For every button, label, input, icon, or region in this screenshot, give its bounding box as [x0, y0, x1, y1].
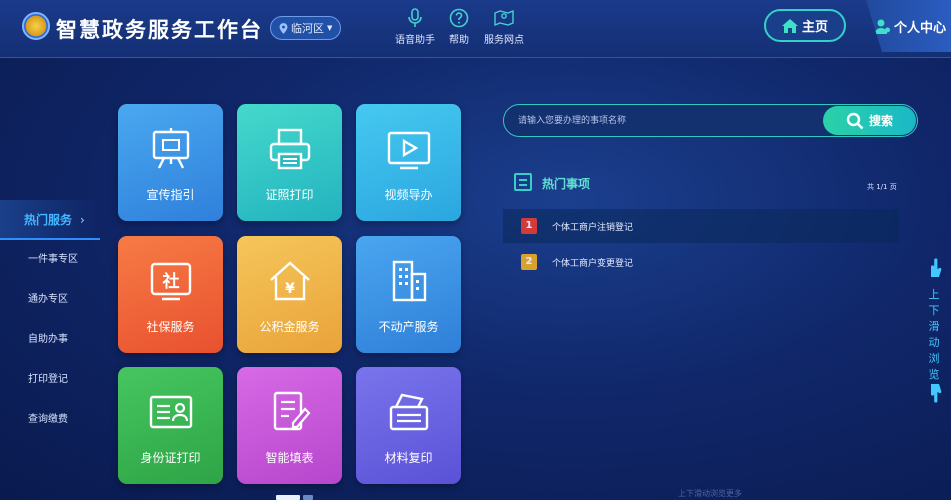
- tile-id-card-print[interactable]: 身份证打印: [118, 367, 223, 484]
- app-title: 智慧政务服务工作台: [56, 18, 263, 42]
- tile-label: 视频导办: [384, 188, 433, 202]
- house-yuan-icon: ¥: [269, 261, 310, 301]
- hot-item-row[interactable]: 1 个体工商户注销登记: [503, 209, 899, 243]
- tile-housing-fund[interactable]: ¥ 公积金服务: [237, 236, 342, 353]
- nav-item-label: 通办专区: [28, 294, 68, 305]
- microphone-icon: [408, 8, 422, 27]
- tile-label: 社保服务: [146, 320, 195, 334]
- home-label: 主页: [801, 20, 828, 35]
- map-pin-icon: [494, 9, 514, 27]
- video-play-icon: [387, 131, 430, 170]
- region-label: 临河区: [291, 22, 324, 35]
- scroll-hint-char: 览: [928, 368, 940, 381]
- voice-assistant-label: 语音助手: [395, 35, 435, 46]
- home-button[interactable]: 主页: [764, 9, 846, 42]
- svg-text:社: 社: [161, 271, 179, 292]
- scroll-hint-char: 上: [928, 288, 940, 301]
- scroll-hint-char: 下: [928, 304, 940, 317]
- left-nav: 热门服务 › 一件事专区 通办专区 自助办事 打印登记 查询缴费: [0, 200, 100, 440]
- nav-item-label: 自助办事: [28, 334, 68, 345]
- nav-item-print-register[interactable]: 打印登记: [0, 360, 100, 400]
- search-bar: 搜索: [503, 104, 918, 137]
- tile-real-estate[interactable]: 不动产服务: [356, 236, 461, 353]
- user-center-label: 个人中心: [893, 20, 946, 36]
- form-pen-icon: [273, 391, 310, 431]
- scroll-hint-char: 动: [928, 336, 940, 349]
- scroll-hint-char: 浏: [928, 352, 940, 365]
- easel-icon: [152, 128, 189, 169]
- tile-video-guide[interactable]: 视频导办: [356, 104, 461, 221]
- svg-text:¥: ¥: [285, 281, 295, 297]
- hand-pointer-up-icon: [931, 258, 942, 277]
- search-button[interactable]: 搜索: [823, 106, 916, 135]
- scroll-hint: 上 下 滑 动 浏 览: [922, 258, 946, 408]
- hot-item-label: 个体工商户注销登记: [552, 222, 634, 233]
- chevron-down-icon: ▼: [327, 24, 333, 32]
- tile-publicity-guide[interactable]: 宣传指引: [118, 104, 223, 221]
- id-card-icon: [149, 395, 192, 429]
- chevron-right-icon: ›: [80, 213, 85, 227]
- hand-pointer-down-icon: [931, 384, 942, 403]
- top-header: 智慧政务服务工作台 临河区 ▼ 语音助手 帮助 服务网点 主页 个人中心: [0, 0, 951, 58]
- page-indicator[interactable]: [303, 495, 313, 500]
- nav-item-label: 一件事专区: [28, 254, 78, 265]
- tile-smart-form-filling[interactable]: 智能填表: [237, 367, 342, 484]
- search-input[interactable]: [518, 112, 808, 130]
- footer-scroll-text: 上下滑动浏览更多: [678, 489, 742, 498]
- tile-label: 公积金服务: [259, 320, 320, 334]
- nav-item-universal-service-zone[interactable]: 通办专区: [0, 280, 100, 320]
- nav-item-self-service[interactable]: 自助办事: [0, 320, 100, 360]
- social-security-icon: 社: [150, 262, 191, 301]
- user-center-button[interactable]: 个人中心: [866, 0, 951, 52]
- nav-item-hot-services[interactable]: 热门服务 ›: [0, 200, 100, 240]
- nav-item-one-thing-zone[interactable]: 一件事专区: [0, 240, 100, 280]
- hot-item-label: 个体工商户变更登记: [552, 258, 634, 269]
- search-button-label: 搜索: [868, 114, 893, 128]
- printer-icon: [269, 128, 310, 170]
- tile-label: 宣传指引: [146, 188, 195, 202]
- nav-item-query-payment[interactable]: 查询缴费: [0, 400, 100, 440]
- search-icon: [846, 112, 864, 129]
- voice-assistant-button[interactable]: 语音助手: [390, 8, 440, 46]
- tile-social-security[interactable]: 社 社保服务: [118, 236, 223, 353]
- user-icon: [874, 19, 890, 34]
- hot-item-row[interactable]: 2 个体工商户变更登记: [503, 245, 899, 279]
- list-icon: [514, 173, 532, 191]
- buildings-icon: [392, 260, 426, 302]
- region-selector[interactable]: 临河区 ▼: [270, 16, 342, 40]
- tile-license-print[interactable]: 证照打印: [237, 104, 342, 221]
- service-outlets-button[interactable]: 服务网点: [479, 8, 529, 46]
- tile-label: 证照打印: [265, 188, 314, 202]
- page-indicator-active[interactable]: [276, 495, 300, 500]
- question-icon: [449, 8, 469, 28]
- scroll-hint-char: 滑: [928, 320, 940, 333]
- service-outlets-label: 服务网点: [484, 35, 524, 46]
- tile-label: 材料复印: [384, 451, 433, 465]
- rank-badge: 1: [521, 218, 537, 234]
- location-pin-icon: [279, 22, 288, 34]
- help-button[interactable]: 帮助: [434, 8, 484, 46]
- rank-badge: 2: [521, 254, 537, 270]
- nav-item-label: 查询缴费: [28, 414, 68, 425]
- home-icon: [781, 18, 798, 33]
- tile-material-copy[interactable]: 材料复印: [356, 367, 461, 484]
- government-emblem-logo: [22, 12, 50, 40]
- page-count: 共 1/1 页: [867, 183, 897, 191]
- nav-item-label: 热门服务: [24, 213, 73, 227]
- help-label: 帮助: [449, 35, 469, 46]
- copier-icon: [389, 393, 428, 431]
- nav-item-label: 打印登记: [28, 374, 68, 385]
- tile-label: 智能填表: [265, 451, 314, 465]
- hot-items-title: 热门事项: [542, 177, 591, 191]
- tile-label: 不动产服务: [378, 320, 439, 334]
- tile-label: 身份证打印: [140, 451, 201, 465]
